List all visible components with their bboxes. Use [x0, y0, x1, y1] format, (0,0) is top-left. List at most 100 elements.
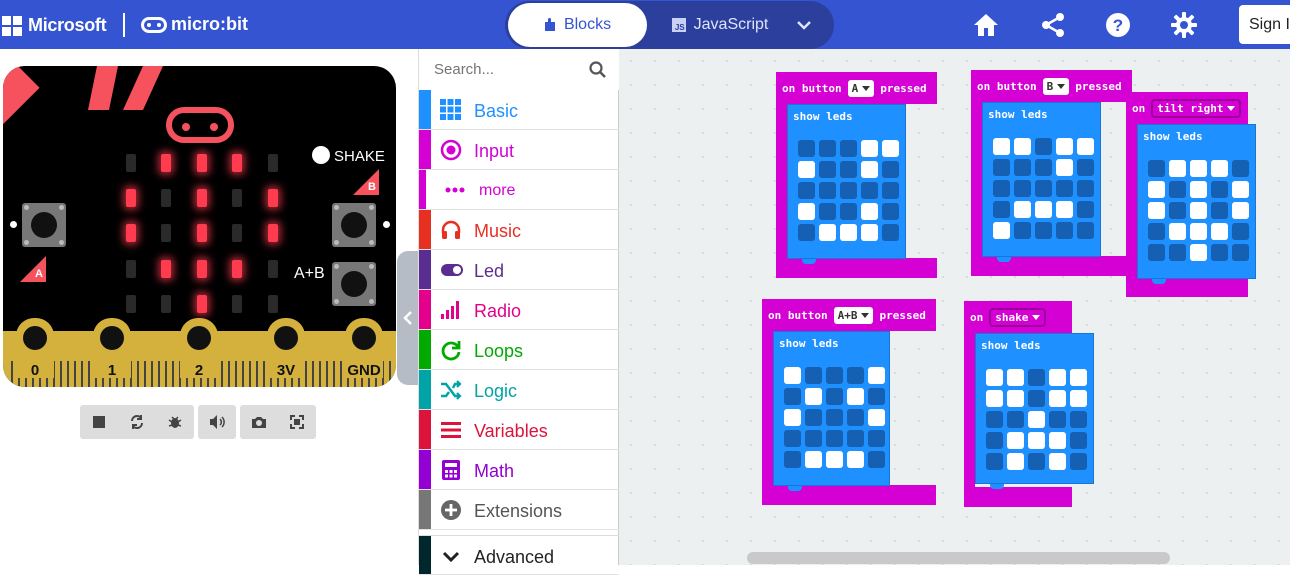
led-toggle-1-1[interactable] — [805, 388, 822, 405]
blocks-workspace[interactable]: on button Apressed show leds on button Bpres… — [619, 49, 1290, 565]
led-toggle-1-3[interactable] — [1211, 181, 1228, 198]
fullscreen-button[interactable] — [278, 405, 316, 439]
collapse-simulator-button[interactable] — [397, 251, 419, 385]
led-toggle-4-4[interactable] — [1070, 453, 1087, 470]
settings-icon[interactable] — [1169, 10, 1199, 40]
category-extensions[interactable]: Extensions — [419, 490, 619, 530]
led-toggle-0-3[interactable] — [1049, 369, 1066, 386]
led-toggle-4-0[interactable] — [993, 222, 1010, 239]
led-toggle-2-4[interactable] — [1070, 411, 1087, 428]
led-toggle-1-2[interactable] — [826, 388, 843, 405]
led-toggle-3-2[interactable] — [826, 430, 843, 447]
led-toggle-4-2[interactable] — [1035, 222, 1052, 239]
led-toggle-2-1[interactable] — [1014, 180, 1031, 197]
led-toggle-4-3[interactable] — [1049, 453, 1066, 470]
led-toggle-4-1[interactable] — [805, 451, 822, 468]
led-toggle-2-0[interactable] — [798, 182, 815, 199]
led-toggle-2-2[interactable] — [1028, 411, 1045, 428]
pin-0[interactable]: 0 — [16, 318, 54, 379]
led-toggle-0-0[interactable] — [784, 367, 801, 384]
help-icon[interactable]: ? — [1103, 10, 1133, 40]
led-toggle-0-4[interactable] — [1077, 138, 1094, 155]
chevron-down-icon[interactable] — [793, 15, 815, 35]
led-toggle-3-4[interactable] — [1232, 223, 1249, 240]
led-toggle-1-4[interactable] — [1232, 181, 1249, 198]
pin-3v[interactable]: 3V — [267, 318, 305, 379]
home-icon[interactable] — [971, 10, 1001, 40]
led-toggle-0-4[interactable] — [882, 140, 899, 157]
search-icon[interactable] — [589, 61, 607, 79]
led-toggle-4-3[interactable] — [861, 224, 878, 241]
led-toggle-3-2[interactable] — [1035, 201, 1052, 218]
tab-blocks[interactable]: Blocks — [508, 3, 647, 47]
led-toggle-4-2[interactable] — [840, 224, 857, 241]
led-toggle-1-0[interactable] — [993, 159, 1010, 176]
category-math[interactable]: Math — [419, 450, 619, 490]
led-toggle-3-3[interactable] — [847, 430, 864, 447]
shake-button[interactable] — [312, 146, 330, 164]
led-toggle-3-1[interactable] — [805, 430, 822, 447]
category-logic[interactable]: Logic — [419, 370, 619, 410]
led-toggle-3-2[interactable] — [1190, 223, 1207, 240]
led-toggle-1-3[interactable] — [861, 161, 878, 178]
led-toggle-1-3[interactable] — [1049, 390, 1066, 407]
led-toggle-2-4[interactable] — [882, 182, 899, 199]
led-toggle-0-2[interactable] — [826, 367, 843, 384]
led-toggle-4-1[interactable] — [1007, 453, 1024, 470]
led-toggle-0-0[interactable] — [993, 138, 1010, 155]
led-toggle-4-2[interactable] — [1190, 244, 1207, 261]
led-toggle-4-4[interactable] — [868, 451, 885, 468]
led-toggle-0-4[interactable] — [1070, 369, 1087, 386]
led-toggle-4-0[interactable] — [1148, 244, 1165, 261]
event-dropdown[interactable]: tilt right — [1151, 98, 1242, 118]
mute-button[interactable] — [198, 405, 236, 439]
microsoft-logo[interactable]: Microsoft — [2, 15, 107, 36]
tab-javascript[interactable]: JS JavaScript — [655, 3, 785, 47]
led-toggle-2-2[interactable] — [1035, 180, 1052, 197]
led-toggle-0-3[interactable] — [847, 367, 864, 384]
led-toggle-2-3[interactable] — [1056, 180, 1073, 197]
event-dropdown[interactable]: A+B — [833, 306, 874, 324]
led-toggle-1-2[interactable] — [1190, 181, 1207, 198]
sign-in-button[interactable]: Sign In — [1239, 5, 1290, 44]
button-b[interactable] — [332, 203, 376, 247]
category-loops[interactable]: Loops — [419, 330, 619, 370]
led-toggle-1-0[interactable] — [986, 390, 1003, 407]
led-toggle-0-2[interactable] — [840, 140, 857, 157]
event-dropdown[interactable]: shake — [989, 307, 1047, 327]
led-toggle-3-3[interactable] — [861, 203, 878, 220]
led-toggle-0-1[interactable] — [1169, 160, 1186, 177]
led-toggle-1-4[interactable] — [1077, 159, 1094, 176]
category-radio[interactable]: Radio — [419, 290, 619, 330]
show-leds-block[interactable]: show leds — [773, 331, 890, 491]
led-toggle-0-4[interactable] — [868, 367, 885, 384]
button-a[interactable] — [22, 203, 66, 247]
led-toggle-3-0[interactable] — [986, 432, 1003, 449]
led-toggle-3-0[interactable] — [784, 430, 801, 447]
led-toggle-4-4[interactable] — [1077, 222, 1094, 239]
led-toggle-0-1[interactable] — [1014, 138, 1031, 155]
led-toggle-0-3[interactable] — [1056, 138, 1073, 155]
led-toggle-2-0[interactable] — [1148, 202, 1165, 219]
category-more[interactable]: more — [419, 170, 619, 210]
led-toggle-3-3[interactable] — [1056, 201, 1073, 218]
event-dropdown[interactable]: B — [1042, 77, 1070, 95]
led-toggle-2-3[interactable] — [847, 409, 864, 426]
led-toggle-3-1[interactable] — [1169, 223, 1186, 240]
led-toggle-2-3[interactable] — [1049, 411, 1066, 428]
led-toggle-1-1[interactable] — [1014, 159, 1031, 176]
led-toggle-0-1[interactable] — [1007, 369, 1024, 386]
led-toggle-4-0[interactable] — [986, 453, 1003, 470]
led-toggle-3-4[interactable] — [868, 430, 885, 447]
led-toggle-0-3[interactable] — [1211, 160, 1228, 177]
led-toggle-4-2[interactable] — [1028, 453, 1045, 470]
horizontal-scrollbar[interactable] — [747, 552, 1170, 564]
restart-button[interactable] — [118, 405, 156, 439]
show-leds-block[interactable]: show leds — [1137, 124, 1256, 284]
led-toggle-3-0[interactable] — [1148, 223, 1165, 240]
pin-gnd[interactable]: GND — [345, 318, 383, 379]
led-toggle-2-1[interactable] — [1007, 411, 1024, 428]
led-toggle-4-4[interactable] — [882, 224, 899, 241]
led-toggle-3-4[interactable] — [882, 203, 899, 220]
led-toggle-1-3[interactable] — [847, 388, 864, 405]
